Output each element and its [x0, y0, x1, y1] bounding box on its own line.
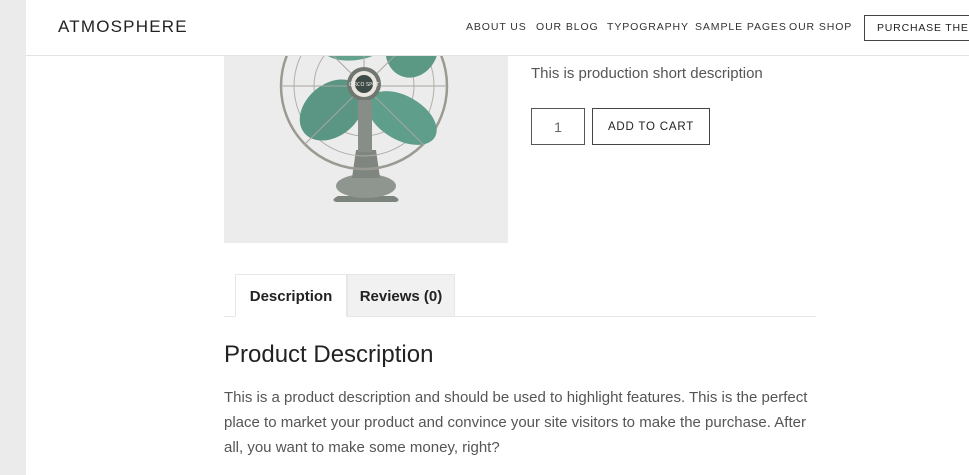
fan-stand — [352, 150, 380, 178]
tab-reviews[interactable]: Reviews (0) — [347, 274, 455, 317]
product-short-description: This is production short description — [531, 65, 763, 82]
nav-item-about-us[interactable]: ABOUT US — [466, 21, 527, 33]
purchase-theme-button[interactable]: PURCHASE THEME — [864, 15, 969, 41]
fan-badge-text: CIRCO SPOT — [349, 82, 380, 88]
nav-item-our-blog[interactable]: OUR BLOG — [536, 21, 599, 33]
tab-description[interactable]: Description — [235, 274, 347, 317]
nav-item-our-shop[interactable]: OUR SHOP — [789, 21, 852, 33]
nav-item-sample-pages[interactable]: SAMPLE PAGES — [695, 21, 787, 33]
nav-item-typography[interactable]: TYPOGRAPHY — [607, 21, 689, 33]
product-description-title: Product Description — [224, 341, 434, 368]
page: ATMOSPHERE ABOUT US OUR BLOG TYPOGRAPHY … — [26, 0, 969, 475]
add-to-cart-button[interactable]: ADD TO CART — [592, 108, 710, 145]
site-header: ATMOSPHERE ABOUT US OUR BLOG TYPOGRAPHY … — [26, 0, 969, 56]
product-description-body: This is a product description and should… — [224, 389, 808, 456]
quantity-input[interactable] — [531, 108, 585, 145]
site-logo[interactable]: ATMOSPHERE — [58, 17, 188, 37]
